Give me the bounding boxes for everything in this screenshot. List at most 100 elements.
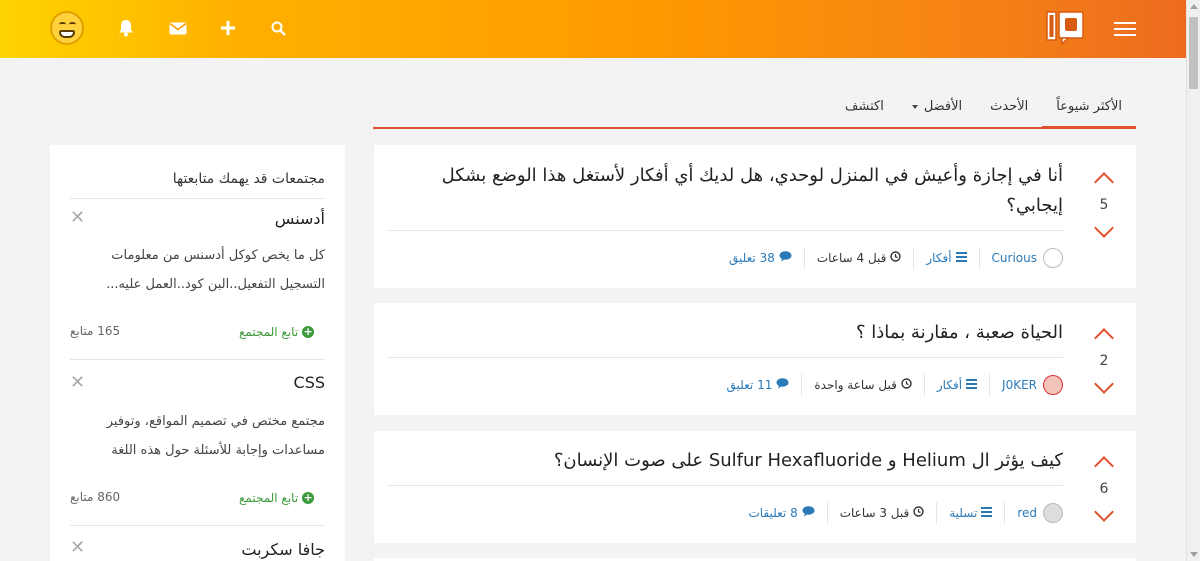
post-title[interactable]: الحياة صعبة ، مقارنة بماذا ؟ (383, 318, 1063, 348)
list-icon (955, 251, 967, 265)
user-avatar-smiley[interactable] (50, 11, 84, 45)
list-icon (981, 506, 993, 520)
downvote-chevron-icon[interactable] (1094, 502, 1114, 522)
upvote-chevron-icon[interactable] (1094, 456, 1114, 476)
add-plus-icon[interactable] (216, 16, 240, 40)
community-name[interactable]: جافا سكربت (241, 540, 325, 559)
post-comments[interactable]: 8 تعليقات (737, 502, 827, 524)
post-card[interactable]: كيف يؤثر ال Helium و Sulfur Hexafluoride… (374, 431, 1136, 543)
description-line: كل ما يخص كوكل أدسنس من معلومات (111, 248, 325, 263)
upvote-chevron-icon[interactable] (1094, 328, 1114, 348)
page-scrollbar[interactable] (1186, 0, 1200, 561)
divider (387, 357, 1063, 358)
follow-community-button[interactable]: + تابع المجتمع (239, 325, 315, 339)
user-avatar (1043, 248, 1063, 268)
comment-bubble-icon (802, 506, 815, 520)
vote-widget: 6 (1086, 453, 1122, 522)
comments-count[interactable]: 11 تعليق (727, 378, 773, 392)
description-line: التسجيل التفعيل..البن كود..العمل عليه... (106, 277, 325, 292)
tab-discover[interactable]: اكتشف (831, 86, 898, 127)
tab-label: الأفضل (923, 99, 963, 114)
vote-widget: 5 (1086, 169, 1122, 238)
scrollbar-thumb[interactable] (1189, 17, 1198, 89)
search-icon[interactable] (266, 16, 290, 40)
comment-bubble-icon (776, 378, 789, 392)
post-time: قبل 4 ساعات (803, 247, 914, 269)
close-icon[interactable]: ✕ (70, 207, 85, 228)
close-icon[interactable]: ✕ (70, 372, 85, 393)
messages-envelope-icon[interactable] (166, 16, 190, 40)
divider (387, 485, 1063, 486)
tab-label: الأكثر شيوعاً (1056, 98, 1122, 114)
upvote-chevron-icon[interactable] (1094, 172, 1114, 192)
category-name[interactable]: أفكار (926, 251, 951, 265)
post-author[interactable]: Curious (978, 247, 1063, 269)
chevron-down-icon (911, 104, 918, 109)
post-category[interactable]: أفكار (913, 247, 978, 269)
category-name[interactable]: تسلية (949, 506, 977, 520)
post-card[interactable]: الحياة صعبة ، مقارنة بماذا ؟ 2 J0KER أفك… (374, 303, 1136, 415)
clock-icon (890, 251, 902, 265)
comment-bubble-icon (779, 251, 792, 265)
author-name[interactable]: Curious (992, 251, 1037, 265)
time-ago: قبل 3 ساعات (839, 506, 910, 520)
user-avatar (1043, 375, 1063, 395)
post-title[interactable]: كيف يؤثر ال Helium و Sulfur Hexafluoride… (383, 446, 1063, 476)
tab-label: الأحدث (990, 99, 1029, 114)
category-name[interactable]: أفكار (937, 378, 962, 392)
tab-best[interactable]: الأفضل (898, 86, 976, 127)
post-meta: Curious أفكار قبل 4 ساعات 38 تعليق (717, 247, 1063, 269)
sidebar-title: مجتمعات قد يهمك متابعتها (172, 171, 325, 187)
notification-bell-icon[interactable] (114, 16, 138, 40)
post-meta: J0KER أفكار قبل ساعة واحدة 11 تعليق (715, 374, 1063, 396)
scroll-down-arrow-icon[interactable] (1190, 552, 1198, 557)
vote-count: 2 (1099, 353, 1109, 369)
post-card[interactable]: أنا في إجازة وأعيش في المنزل لوحدي، هل ل… (374, 145, 1136, 288)
comments-count[interactable]: 8 تعليقات (749, 506, 798, 520)
community-description: كل ما يخص كوكل أدسنس من معلومات التسجيل … (70, 241, 325, 299)
follow-label: تابع المجتمع (239, 325, 299, 339)
post-author[interactable]: red (1004, 502, 1063, 524)
community-name[interactable]: أدسنس (275, 209, 325, 228)
follow-community-button[interactable]: + تابع المجتمع (239, 491, 315, 505)
smiley-eye-left (59, 22, 66, 27)
post-comments[interactable]: 11 تعليق (715, 374, 802, 396)
post-meta: red تسلية قبل 3 ساعات 8 تعليقات (737, 502, 1063, 524)
user-avatar (1043, 503, 1063, 523)
clock-icon (901, 378, 912, 392)
comments-count[interactable]: 38 تعليق (729, 251, 775, 265)
close-icon[interactable]: ✕ (70, 537, 85, 558)
divider (70, 525, 325, 526)
divider (387, 230, 1063, 231)
post-author[interactable]: J0KER (989, 374, 1063, 396)
plus-circle-icon: + (302, 491, 315, 504)
post-category[interactable]: أفكار (923, 374, 989, 396)
followers-count: 860 متابع (70, 490, 121, 504)
vote-widget: 2 (1086, 325, 1122, 394)
tab-most-popular[interactable]: الأكثر شيوعاً (1042, 86, 1136, 129)
community-name[interactable]: CSS (294, 373, 325, 392)
author-name[interactable]: red (1017, 506, 1037, 520)
smiley-eye-right (69, 22, 76, 27)
downvote-chevron-icon[interactable] (1094, 374, 1114, 394)
post-category[interactable]: تسلية (936, 502, 1004, 524)
top-header (0, 0, 1186, 58)
tab-label: اكتشف (845, 99, 884, 114)
divider (70, 359, 325, 360)
follow-label: تابع المجتمع (239, 491, 299, 505)
post-time: قبل 3 ساعات (826, 502, 937, 524)
description-line: مساعدات وإجابة للأسئلة حول هذه اللغة (111, 443, 325, 458)
followers-count: 165 متابع (70, 324, 121, 338)
post-comments[interactable]: 38 تعليق (717, 247, 804, 269)
post-title[interactable]: أنا في إجازة وأعيش في المنزل لوحدي، هل ل… (383, 161, 1063, 221)
author-name[interactable]: J0KER (1002, 378, 1037, 392)
tab-latest[interactable]: الأحدث (976, 86, 1042, 127)
scroll-up-arrow-icon[interactable] (1190, 4, 1198, 9)
io-logo[interactable] (1046, 10, 1086, 46)
post-time: قبل ساعة واحدة (801, 374, 924, 396)
suggested-communities-sidebar: مجتمعات قد يهمك متابعتها أدسنس ✕ كل ما ي… (50, 145, 345, 561)
time-ago: قبل 4 ساعات (816, 251, 887, 265)
downvote-chevron-icon[interactable] (1094, 218, 1114, 238)
hamburger-menu-icon[interactable] (1114, 22, 1136, 36)
vote-count: 5 (1099, 197, 1109, 213)
